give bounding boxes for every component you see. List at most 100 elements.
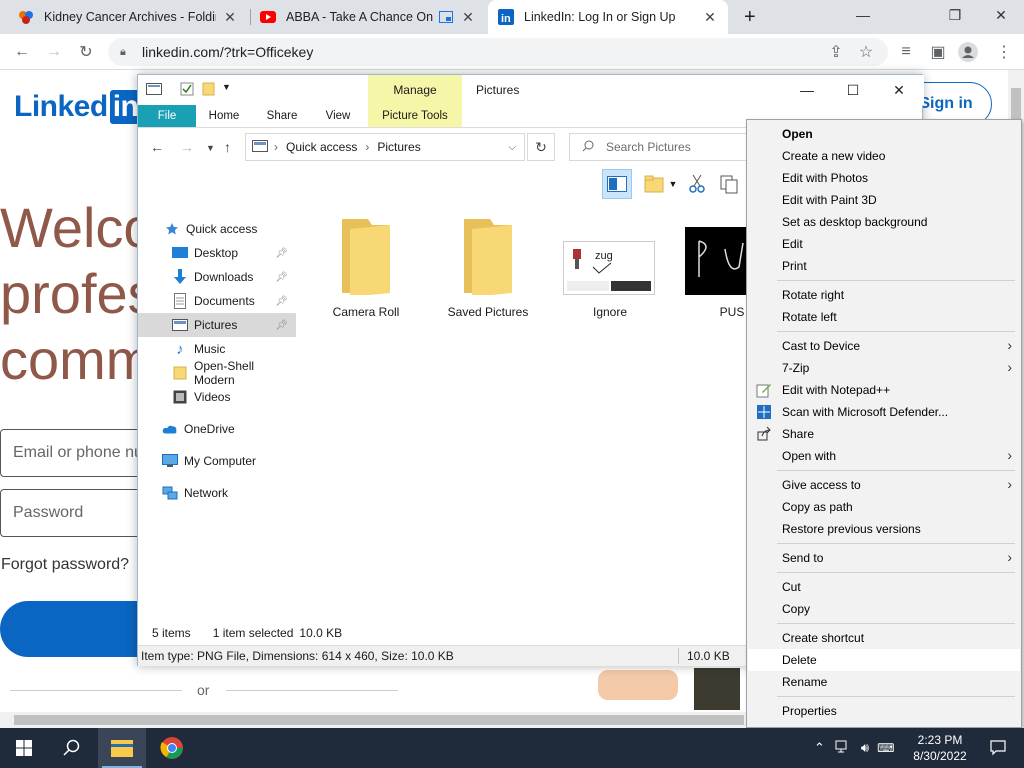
menu-item-edit-with-photos[interactable]: Edit with Photos [748, 167, 1020, 189]
close-icon[interactable]: ✕ [884, 79, 914, 101]
search-input[interactable]: Search Pictures [569, 133, 769, 161]
breadcrumb-quick-access[interactable]: Quick access [286, 140, 357, 154]
nav-quick-access[interactable]: Quick access [138, 217, 296, 241]
pin-icon[interactable]: 📌︎ [275, 320, 288, 331]
bookmark-star-icon[interactable]: ☆ [854, 40, 878, 64]
menu-item-cut[interactable]: Cut [748, 576, 1020, 598]
menu-item-create-shortcut[interactable]: Create shortcut [748, 627, 1020, 649]
file-item-camera-roll[interactable]: Camera Roll [311, 215, 421, 325]
nav-my-computer[interactable]: My Computer [138, 449, 296, 473]
clock[interactable]: 2:23 PM 8/30/2022 [912, 732, 968, 764]
recent-locations-chevron-icon[interactable]: ▼ [206, 143, 215, 153]
password-field[interactable]: Password [0, 489, 160, 537]
nav-downloads[interactable]: Downloads 📌︎ [138, 265, 296, 289]
back-arrow-icon[interactable]: ← [10, 40, 34, 64]
forward-arrow-icon[interactable]: → [42, 40, 66, 64]
nav-onedrive[interactable]: OneDrive [138, 417, 296, 441]
file-item-ignore[interactable]: zug Ignore [555, 215, 665, 325]
menu-item-restore-previous-versions[interactable]: Restore previous versions [748, 518, 1020, 540]
close-window-icon[interactable]: ✕ [978, 0, 1024, 30]
menu-item-properties[interactable]: Properties [748, 700, 1020, 722]
tab-file[interactable]: File [138, 105, 196, 127]
chrome-taskbar-icon[interactable] [148, 728, 196, 768]
menu-item-open-with[interactable]: Open with › [748, 445, 1020, 467]
maximize-icon[interactable]: ☐ [838, 79, 868, 101]
forgot-password-link[interactable]: Forgot password? [1, 556, 129, 574]
show-hidden-icons-icon[interactable]: ⌃ [814, 740, 825, 756]
menu-item-rotate-left[interactable]: Rotate left [748, 306, 1020, 328]
menu-item-share[interactable]: Share [748, 423, 1020, 445]
tab-close-icon[interactable]: ✕ [702, 9, 718, 26]
new-item-dropdown-icon[interactable]: ▼ [666, 169, 680, 199]
menu-item-open[interactable]: Open [748, 123, 1020, 145]
properties-icon[interactable] [180, 82, 194, 96]
notifications-icon[interactable] [974, 728, 1022, 768]
nav-documents[interactable]: Documents 📌︎ [138, 289, 296, 313]
address-dropdown-icon[interactable]: ⌵ [508, 142, 516, 153]
profile-avatar-icon[interactable] [956, 40, 980, 64]
network-status-icon[interactable] [835, 740, 851, 757]
search-icon[interactable] [48, 728, 96, 768]
pin-icon[interactable]: 📌︎ [275, 272, 288, 283]
nav-videos[interactable]: Videos [138, 385, 296, 409]
menu-item-delete[interactable]: Delete [748, 649, 1020, 671]
menu-item-cast-to-device[interactable]: Cast to Device › [748, 335, 1020, 357]
start-button[interactable] [0, 728, 48, 768]
share-page-icon[interactable]: ⇪ [824, 40, 848, 64]
reload-icon[interactable]: ↻ [74, 40, 98, 64]
nav-open-shell-modern[interactable]: Open-Shell Modern [138, 359, 296, 387]
menu-item-set-as-desktop-background[interactable]: Set as desktop background [748, 211, 1020, 233]
menu-item-7-zip[interactable]: 7-Zip › [748, 357, 1020, 379]
chrome-menu-icon[interactable]: ⋮ [992, 40, 1016, 64]
back-arrow-icon[interactable]: ← [150, 139, 164, 155]
new-folder-icon[interactable] [202, 82, 216, 96]
tab-view[interactable]: View [316, 105, 360, 127]
menu-item-copy-as-path[interactable]: Copy as path [748, 496, 1020, 518]
details-pane-icon[interactable] [602, 169, 632, 199]
tab-abba[interactable]: ABBA - Take A Chance On M ✕ [250, 0, 486, 34]
email-field[interactable]: Email or phone nu [0, 429, 160, 477]
breadcrumb-pictures[interactable]: Pictures [377, 140, 420, 154]
cut-icon[interactable] [682, 169, 712, 199]
menu-item-edit-with-notepad[interactable]: Edit with Notepad++ [748, 379, 1020, 401]
tab-close-icon[interactable]: ✕ [460, 9, 476, 26]
tab-close-icon[interactable]: ✕ [222, 9, 238, 26]
minimize-icon[interactable]: — [792, 79, 822, 101]
picture-in-picture-icon[interactable] [438, 9, 454, 25]
tab-kidney-cancer[interactable]: Kidney Cancer Archives - Folding ✕ [8, 0, 248, 34]
menu-item-rotate-right[interactable]: Rotate right [748, 284, 1020, 306]
nav-music[interactable]: ♪ Music [138, 337, 296, 361]
menu-item-create-a-new-video[interactable]: Create a new video [748, 145, 1020, 167]
file-item-saved-pictures[interactable]: Saved Pictures [433, 215, 543, 325]
tab-linkedin[interactable]: in LinkedIn: Log In or Sign Up ✕ [488, 0, 728, 34]
menu-item-scan-with-microsoft-defender[interactable]: Scan with Microsoft Defender... [748, 401, 1020, 423]
pin-icon[interactable]: 📌︎ [275, 248, 288, 259]
file-explorer-taskbar-icon[interactable] [98, 728, 146, 768]
explorer-address-bar[interactable]: › Quick access › Pictures ⌵ [245, 133, 525, 161]
restore-icon[interactable]: ❐ [932, 0, 978, 30]
copy-icon[interactable] [714, 169, 744, 199]
pin-icon[interactable]: 📌︎ [275, 296, 288, 307]
language-indicator-icon[interactable]: ⌨ [877, 741, 894, 755]
menu-item-rename[interactable]: Rename [748, 671, 1020, 693]
address-bar[interactable]: 🔒︎ linkedin.com/?trk=Officekey [108, 38, 888, 66]
minimize-icon[interactable]: — [840, 0, 886, 30]
menu-item-give-access-to[interactable]: Give access to › [748, 474, 1020, 496]
volume-icon[interactable]: 🔊︎ [861, 740, 869, 756]
menu-item-copy[interactable]: Copy [748, 598, 1020, 620]
nav-network[interactable]: Network [138, 481, 296, 505]
refresh-icon[interactable]: ↻ [527, 133, 555, 161]
menu-item-edit[interactable]: Edit [748, 233, 1020, 255]
side-panel-icon[interactable]: ▣ [926, 40, 950, 64]
linkedin-logo[interactable]: Linked in [14, 90, 142, 124]
menu-item-edit-with-paint-3d[interactable]: Edit with Paint 3D [748, 189, 1020, 211]
up-arrow-icon[interactable]: ↑ [224, 139, 231, 155]
nav-pictures[interactable]: Pictures 📌︎ [138, 313, 296, 337]
new-tab-button[interactable]: + [734, 0, 764, 34]
menu-item-send-to[interactable]: Send to › [748, 547, 1020, 569]
tab-share[interactable]: Share [260, 105, 304, 127]
tab-home[interactable]: Home [200, 105, 248, 127]
tab-picture-tools[interactable]: Picture Tools [368, 105, 462, 127]
nav-desktop[interactable]: Desktop 📌︎ [138, 241, 296, 265]
menu-item-print[interactable]: Print [748, 255, 1020, 277]
